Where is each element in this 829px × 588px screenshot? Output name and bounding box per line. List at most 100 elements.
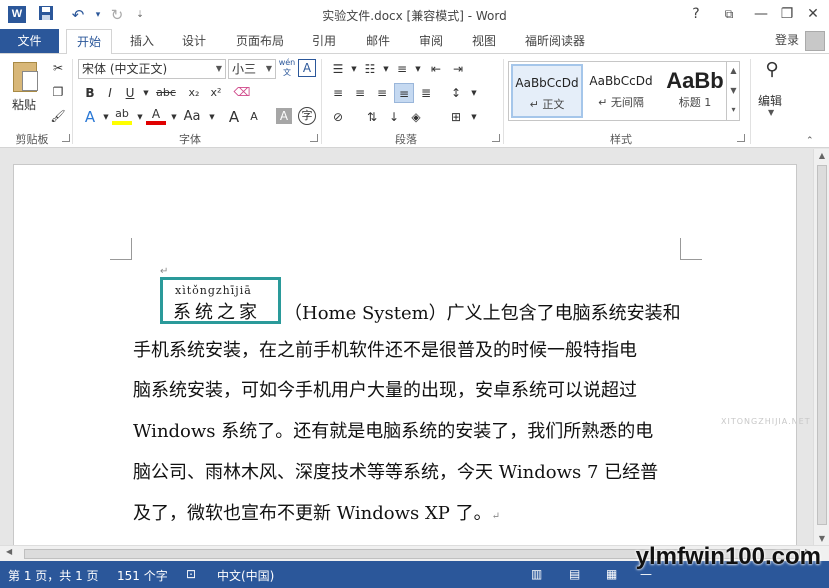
style-heading-1[interactable]: AaBb 标题 1 [659,64,731,118]
italic-button[interactable]: I [100,83,120,103]
styles-group-label: 样式 [610,133,632,146]
style-name-label: 标题 1 [678,96,712,109]
tab-foxit-reader[interactable]: 福昕阅读器 [516,29,594,53]
editing-button[interactable]: 编辑 [758,92,782,109]
char-border-icon[interactable]: A [298,59,316,77]
change-case-dropdown-icon[interactable]: ▼ [202,107,222,127]
styles-gallery: AaBbCcDd ↵ 正文 AaBbCcDd ↵ 无间隔 AaBb 标题 1 [508,61,740,121]
styles-launcher-icon[interactable] [737,134,745,142]
increase-indent-icon[interactable]: ⇥ [448,59,468,79]
style-name-label: 无间隔 [610,96,644,109]
tab-mailings[interactable]: 邮件 [358,29,398,53]
align-right-icon[interactable]: ≡ [372,83,392,103]
paragraph-launcher-icon[interactable] [492,134,500,142]
line-spacing-icon[interactable]: ↕ [446,83,466,103]
align-left-icon[interactable]: ≡ [328,83,348,103]
close-button[interactable]: ✕ [801,4,825,24]
font-color-button[interactable]: A [146,107,166,125]
scroll-left-icon[interactable]: ◀ [6,547,12,556]
enclose-characters-button[interactable]: 字 [298,107,316,125]
styles-scroll[interactable]: ▲ ▼ ▾ [726,61,740,121]
language-indicator[interactable]: 中文(中国) [217,567,274,584]
account-avatar[interactable] [805,31,825,51]
body-line-6-text: 及了，微软也宣布不更新 Windows XP 了。 [133,503,492,524]
multilevel-dropdown-icon[interactable]: ▼ [408,59,428,79]
scroll-up-icon[interactable]: ▲ [814,151,829,160]
restore-button[interactable]: ❐ [775,4,799,24]
tab-view[interactable]: 视图 [464,29,504,53]
tab-file[interactable]: 文件 [0,29,59,53]
font-name-combo[interactable]: 宋体 (中文正文) ▼ [78,59,226,79]
subscript-button[interactable]: x₂ [184,83,204,103]
font-launcher-icon[interactable] [310,134,318,142]
paste-button[interactable]: 粘贴 [12,96,36,113]
shrink-font-button[interactable]: A [244,107,264,127]
tab-page-layout[interactable]: 页面布局 [228,29,292,53]
decrease-indent-icon[interactable]: ⇤ [426,59,446,79]
clear-formatting-icon[interactable]: ⌫ [232,82,252,102]
copy-icon[interactable]: ❐ [48,82,68,102]
strikethrough-button[interactable]: abc [152,83,180,103]
chevron-down-icon[interactable]: ▼ [727,81,740,101]
align-center-icon[interactable]: ≡ [350,83,370,103]
phonetic-text-box[interactable]: xìtǒngzhījiā 系统之家 [160,277,281,324]
more-styles-icon[interactable]: ▾ [727,101,740,119]
read-mode-icon[interactable]: ▥ [531,567,542,581]
chevron-up-icon[interactable]: ▲ [727,61,740,81]
help-button[interactable]: ? [684,4,708,24]
scroll-thumb[interactable] [817,165,827,525]
sort-icon[interactable]: ⇅ [362,107,382,127]
style-no-spacing[interactable]: AaBbCcDd ↵ 无间隔 [585,64,657,118]
cut-icon[interactable]: ✂ [48,58,68,78]
borders-icon[interactable]: ⊞ [446,107,466,127]
sign-in-link[interactable]: 登录 [775,29,799,51]
line-spacing-dropdown-icon[interactable]: ▼ [464,83,484,103]
collapse-ribbon-icon[interactable]: ⌃ [806,136,814,146]
page-count[interactable]: 第 1 页，共 1 页 [8,567,99,584]
document-page[interactable]: ↵ xìtǒngzhījiā 系统之家 （Home System）广义上包含了电… [13,164,810,554]
phonetic-guide-glyph: wén [278,58,296,67]
tab-references[interactable]: 引用 [304,29,344,53]
style-name-label: 正文 [542,98,565,111]
sort-icon-2[interactable]: ↓ [384,107,404,127]
superscript-button[interactable]: x² [206,83,226,103]
title-bar: W ↶ ▾ ↻ ⇣ 实验文件.docx [兼容模式] - Word ? ⧉ — … [0,0,829,29]
font-size-combo[interactable]: 小三 ▼ [228,59,276,79]
tab-insert[interactable]: 插入 [122,29,162,53]
editing-dropdown-icon[interactable]: ▼ [768,108,774,117]
style-normal[interactable]: AaBbCcDd ↵ 正文 [511,64,583,118]
char-shading-button[interactable]: A [276,108,292,124]
binoculars-icon[interactable]: ⚲ [760,60,784,84]
minimize-button[interactable]: — [749,4,773,24]
tab-design[interactable]: 设计 [174,29,214,53]
ribbon-tabs: 文件 开始 插入 设计 页面布局 引用 邮件 审阅 视图 福昕阅读器 登录 [0,29,829,54]
proofing-icon[interactable]: ⊡ [186,567,196,581]
paste-icon[interactable] [13,62,38,92]
distributed-icon[interactable]: ≣ [416,83,436,103]
tab-review[interactable]: 审阅 [411,29,451,53]
body-line-6: 及了，微软也宣布不更新 Windows XP 了。↵ [133,499,500,525]
scroll-down-icon[interactable]: ▼ [814,534,829,543]
bold-button[interactable]: B [80,83,100,103]
vertical-scrollbar[interactable]: ▲ ▼ [813,149,829,545]
body-line-4: Windows 系统了。还有就是电脑系统的安装了，我们所熟悉的电 [133,421,654,442]
justify-icon[interactable]: ≡ [394,83,414,103]
format-painter-icon[interactable]: 🖌 [48,106,68,126]
phonetic-guide-icon[interactable]: wén 文 [277,58,297,78]
shading-icon[interactable]: ◈ [406,107,426,127]
chinese-layout-icon[interactable]: ⊘ [328,107,348,127]
faint-watermark: XITONGZHIJIA.NET [721,417,811,426]
word-count[interactable]: 151 个字 [117,567,168,584]
clipboard-launcher-icon[interactable] [62,134,70,142]
web-layout-icon[interactable]: ▦ [606,567,617,581]
ribbon-display-options-button[interactable]: ⧉ [717,4,741,24]
print-layout-icon[interactable]: ▤ [569,567,580,581]
grow-font-button[interactable]: A [224,107,244,127]
chevron-down-icon[interactable]: ▼ [216,60,222,78]
borders-dropdown-icon[interactable]: ▼ [464,107,484,127]
crop-mark [680,238,702,260]
highlight-button[interactable]: ab [112,107,132,125]
change-case-button[interactable]: Aa [180,107,204,127]
chevron-down-icon[interactable]: ▼ [266,60,272,78]
tab-home[interactable]: 开始 [66,29,112,54]
